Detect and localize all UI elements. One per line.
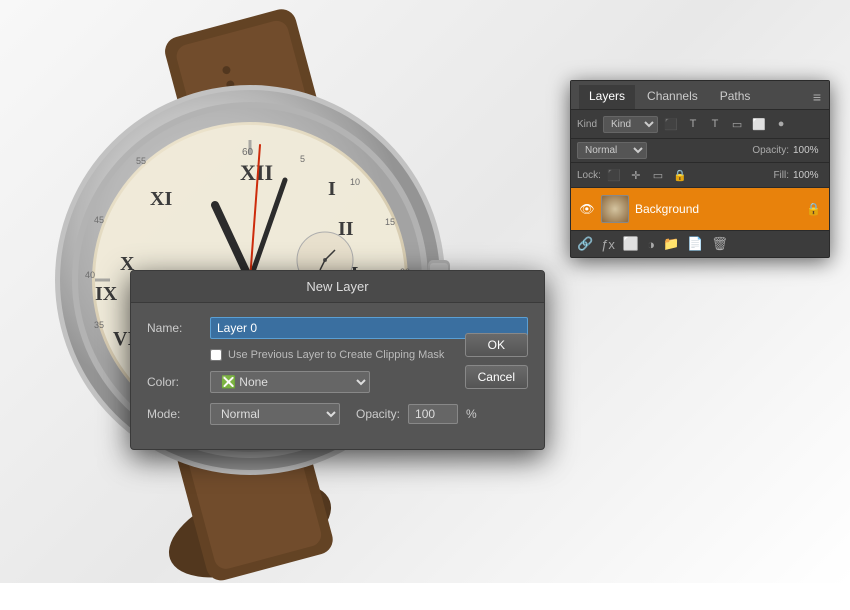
fill-value: 100%	[793, 170, 823, 181]
lock-position-icon[interactable]: ✛	[627, 166, 645, 184]
color-select[interactable]: ❎ None Red Orange Yellow Green Blue Viol…	[210, 371, 370, 393]
svg-text:55: 55	[136, 156, 146, 166]
mask-button[interactable]: ⬜	[623, 236, 639, 252]
fx-icon[interactable]: ƒx	[601, 237, 615, 252]
new-layer-dialog: New Layer Name: Use Previous Layer to Cr…	[130, 270, 545, 450]
svg-text:45: 45	[94, 215, 104, 225]
lock-all-icon[interactable]: 🔒	[671, 166, 689, 184]
lock-artboard-icon[interactable]: ▭	[649, 166, 667, 184]
tab-paths[interactable]: Paths	[710, 85, 761, 109]
clipping-mask-label: Use Previous Layer to Create Clipping Ma…	[228, 349, 444, 361]
layer-thumbnail	[601, 195, 629, 223]
svg-text:10: 10	[350, 177, 360, 187]
fill-label: Fill:	[773, 170, 789, 181]
kind-label: Kind	[577, 119, 597, 130]
opacity-dialog-label: Opacity:	[356, 407, 400, 421]
mode-select[interactable]: Normal Dissolve Multiply Screen	[210, 403, 340, 425]
tab-channels[interactable]: Channels	[637, 85, 708, 109]
color-label: Color:	[147, 375, 202, 389]
percent-label: %	[466, 407, 477, 421]
svg-text:35: 35	[94, 320, 104, 330]
panel-tab-bar: Layers Channels Paths ≡	[571, 81, 829, 110]
layer-row-background[interactable]: 👁 Background 🔒	[571, 188, 829, 230]
blend-opacity-row: Normal Opacity: 100%	[571, 139, 829, 163]
kind-toolbar: Kind Kind ⬛ T T ▭ ⬜ ●	[571, 110, 829, 139]
layers-panel: Layers Channels Paths ≡ Kind Kind ⬛ T T …	[570, 80, 830, 258]
extra-icon[interactable]: ●	[772, 115, 790, 133]
svg-text:IX: IX	[95, 283, 118, 305]
opacity-dialog-input[interactable]	[408, 404, 458, 424]
smart-icon[interactable]: ⬜	[750, 115, 768, 133]
lock-label: Lock:	[577, 170, 601, 181]
link-icon[interactable]: 🔗	[577, 236, 593, 252]
group-button[interactable]: 📁	[663, 236, 679, 252]
opacity-label: Opacity:	[752, 145, 789, 156]
layer-name: Background	[635, 202, 800, 216]
dialog-title: New Layer	[131, 271, 544, 303]
svg-text:15: 15	[385, 217, 395, 227]
svg-text:40: 40	[85, 270, 95, 280]
svg-text:I: I	[328, 178, 336, 200]
svg-text:5: 5	[300, 154, 305, 164]
opacity-value: 100%	[793, 145, 823, 156]
panel-menu-icon[interactable]: ≡	[813, 89, 821, 105]
new-layer-button[interactable]: 📄	[687, 236, 703, 252]
kind-select[interactable]: Kind	[603, 116, 658, 133]
adjustment-icon[interactable]: T	[684, 115, 702, 133]
type-icon[interactable]: T	[706, 115, 724, 133]
panel-footer: 🔗 ƒx ⬜ ◑ 📁 📄 🗑	[571, 230, 829, 257]
lock-pixels-icon[interactable]: ⬛	[605, 166, 623, 184]
dialog-buttons: OK Cancel	[465, 333, 528, 389]
name-label: Name:	[147, 321, 202, 335]
ok-button[interactable]: OK	[465, 333, 528, 357]
cancel-button[interactable]: Cancel	[465, 365, 528, 389]
mode-label: Mode:	[147, 407, 202, 421]
adjustment-button[interactable]: ◑	[647, 237, 655, 252]
pixel-icon[interactable]: ⬛	[662, 115, 680, 133]
tab-layers[interactable]: Layers	[579, 85, 635, 109]
clipping-mask-checkbox[interactable]	[210, 349, 222, 361]
delete-layer-button[interactable]: 🗑	[711, 236, 728, 252]
blend-mode-select[interactable]: Normal	[577, 142, 647, 159]
eye-icon[interactable]: 👁	[579, 202, 595, 216]
svg-text:XI: XI	[150, 188, 172, 210]
mode-row: Mode: Normal Dissolve Multiply Screen Op…	[147, 403, 528, 425]
svg-text:60: 60	[242, 147, 254, 158]
layer-lock-icon: 🔒	[806, 202, 821, 216]
shape-icon[interactable]: ▭	[728, 115, 746, 133]
lock-fill-row: Lock: ⬛ ✛ ▭ 🔒 Fill: 100%	[571, 163, 829, 188]
